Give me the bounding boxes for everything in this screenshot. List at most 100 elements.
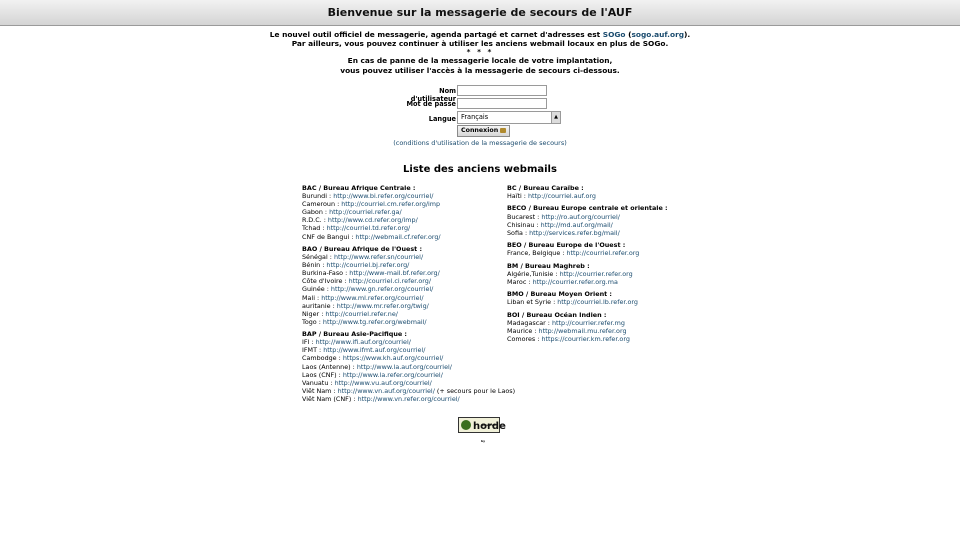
webmail-list-item: R.D.C. : http://www.cd.refer.org/imp/: [302, 216, 515, 224]
webmail-site-name: Mali :: [302, 293, 322, 302]
language-select[interactable]: Français ▲: [457, 111, 561, 125]
webmail-link[interactable]: http://www.la.auf.org/courriel/: [357, 363, 452, 371]
webmail-group: BAC / Bureau Afrique Centrale : Burundi :…: [302, 184, 515, 241]
webmail-site-name: Bénin :: [302, 261, 327, 270]
webmail-link[interactable]: http://webmail.mu.refer.org: [539, 327, 627, 335]
webmail-link[interactable]: http://www.la.refer.org/courriel/: [343, 371, 443, 379]
webmail-site-name: Guinée :: [302, 285, 331, 294]
webmail-site-name: Haïti :: [507, 192, 528, 201]
webmail-link[interactable]: http://www.vu.auf.org/courriel/: [335, 379, 432, 387]
webmail-link[interactable]: http://ro.auf.org/courriel/: [541, 213, 620, 221]
webmail-list-item: auritanie : http://www.mr.refer.org/twig…: [302, 302, 515, 310]
webmail-site-name: Chisinau :: [507, 220, 541, 229]
webmail-site-name: Cameroun :: [302, 200, 342, 209]
webmail-list-item: Burkina-Faso : http://www-mail.bf.refer.…: [302, 269, 515, 277]
webmail-list-item: Algérie,Tunisie : http://courrier.refer.…: [507, 270, 668, 278]
webmail-site-name: IFI :: [302, 338, 316, 347]
webmail-list-item: Cameroun : http://courriel.cm.refer.org/…: [302, 200, 515, 208]
webmail-link[interactable]: http://courriel.bj.refer.org/: [326, 261, 409, 269]
intro-text: Le nouvel outil officiel de messagerie, …: [269, 30, 691, 49]
webmail-list-item: CNF de Bangui : http://webmail.cf.refer.…: [302, 233, 515, 241]
right-column: BC / Bureau Caraïbe : Haïti : http://cour…: [507, 184, 668, 347]
sogo-url-link[interactable]: sogo.auf.org: [631, 30, 684, 39]
username-input[interactable]: [457, 85, 547, 96]
webmail-link[interactable]: http://www.tg.refer.org/webmail/: [323, 318, 427, 326]
webmail-list-item: Vanuatu : http://www.vu.auf.org/courriel…: [302, 379, 515, 387]
password-input[interactable]: [457, 97, 547, 109]
webmail-link[interactable]: http://courriel.auf.org: [528, 192, 596, 200]
webmail-list-item: Burundi : http://www.bi.refer.org/courri…: [302, 192, 515, 200]
webmail-link[interactable]: http://webmail.cf.refer.org/: [355, 233, 440, 241]
webmail-list-item: Bénin : http://courriel.bj.refer.org/: [302, 261, 515, 269]
webmail-link[interactable]: http://md.auf.org/mail/: [541, 221, 613, 229]
webmail-link[interactable]: https://courrier.km.refer.org: [541, 335, 629, 343]
webmail-list-item: Laos (Antenne) : http://www.la.auf.org/c…: [302, 363, 515, 371]
webmail-group-heading: BAC / Bureau Afrique Centrale :: [302, 184, 416, 192]
webmail-link[interactable]: http://courriel.lb.refer.org: [557, 298, 638, 306]
webmail-link[interactable]: http://courriel.refer.ga/: [329, 208, 402, 216]
webmail-site-name: Maurice :: [507, 326, 539, 335]
webmail-link[interactable]: http://courriel.cm.refer.org/imp: [341, 200, 440, 208]
webmail-list-item: Gabon : http://courriel.refer.ga/: [302, 208, 515, 216]
webmail-link[interactable]: http://www.bi.refer.org/courriel/: [333, 192, 433, 200]
webmail-link[interactable]: http://www.refer.sn/courriel/: [334, 253, 423, 261]
webmail-site-name: Burundi :: [302, 192, 334, 201]
webmail-list-item: Laos (CNF) : http://www.la.refer.org/cou…: [302, 371, 515, 379]
webmail-link[interactable]: http://courrier.refer.org.ma: [533, 278, 618, 286]
webmail-group-heading: BAP / Bureau Asie-Pacifique :: [302, 330, 407, 339]
sogo-link[interactable]: SOGo: [603, 30, 626, 39]
webmail-link[interactable]: https://www.kh.auf.org/courriel/: [343, 354, 443, 362]
webmail-list-item: Chisinau : http://md.auf.org/mail/: [507, 221, 668, 229]
horde-gear-icon: [461, 420, 471, 430]
lock-icon: [500, 127, 507, 133]
webmail-group: BAO / Bureau Afrique de l'Ouest : Sénégal…: [302, 245, 515, 326]
webmail-site-name: Cambodge :: [302, 354, 343, 363]
webmail-link[interactable]: http://www.ifi.auf.org/courriel/: [316, 338, 411, 346]
horde-logo-text: horde: [473, 421, 506, 432]
horde-logo[interactable]: powered by horde: [458, 417, 506, 443]
intro-text-2: En cas de panne de la messagerie locale …: [0, 56, 960, 74]
webmail-site-name: France, Belgique :: [507, 249, 567, 258]
webmail-link[interactable]: http://www.ifmt.auf.org/courriel/: [323, 346, 425, 354]
webmail-list-item: France, Belgique : http://courriel.refer…: [507, 249, 668, 257]
webmail-link[interactable]: http://www.mr.refer.org/twig/: [337, 302, 429, 310]
webmail-list-item: Viêt Nam (CNF) : http://www.vn.refer.org…: [302, 395, 515, 403]
webmail-site-name: Algérie,Tunisie :: [507, 269, 560, 278]
webmail-list-item: Mali : http://www.ml.refer.org/courriel/: [302, 294, 515, 302]
left-column: BAC / Bureau Afrique Centrale : Burundi :…: [302, 184, 515, 407]
webmail-link[interactable]: http://courriel.td.refer.org/: [327, 224, 411, 232]
language-value: Français: [461, 113, 489, 122]
webmail-link[interactable]: http://courriel.refer.ne/: [325, 310, 398, 318]
webmail-group-heading: BEO / Bureau Europe de l'Ouest :: [507, 241, 626, 250]
webmail-link[interactable]: http://courrier.refer.org: [560, 270, 633, 278]
webmail-list-item: Guinée : http://www.gn.refer.org/courrie…: [302, 285, 515, 293]
webmail-list-title: Liste des anciens webmails: [403, 164, 557, 175]
webmail-link[interactable]: http://courriel.refer.org: [567, 249, 640, 257]
webmail-site-name: Maroc :: [507, 277, 533, 286]
webmail-link[interactable]: http://www.gn.refer.org/courriel/: [331, 285, 433, 293]
webmail-group-heading: BAO / Bureau Afrique de l'Ouest :: [302, 244, 423, 253]
language-label: Langue: [428, 115, 456, 124]
webmail-link[interactable]: http://www.cd.refer.org/imp/: [328, 216, 418, 224]
webmail-site-name: auritanie :: [302, 301, 337, 310]
webmail-note: (+ secours pour le Laos): [434, 386, 516, 395]
conditions-link[interactable]: (conditions d'utilisation de la messager…: [0, 139, 960, 147]
webmail-list-item: Liban et Syrie : http://courriel.lb.refe…: [507, 298, 668, 306]
webmail-site-name: Liban et Syrie :: [507, 298, 558, 307]
dropdown-arrow-icon[interactable]: ▲: [551, 112, 560, 124]
webmail-list-item: Madagascar : http://courrier.refer.mg: [507, 319, 668, 327]
webmail-link[interactable]: http://www.vn.refer.org/courriel/: [358, 395, 460, 403]
connexion-button[interactable]: Connexion: [457, 125, 511, 137]
intro-line4: vous pouvez utiliser l'accès à la messag…: [340, 65, 620, 75]
password-label: Mot de passe: [406, 99, 456, 108]
webmail-link[interactable]: http://www.vn.auf.org/courriel/: [338, 387, 435, 395]
webmail-list-item: Niger : http://courriel.refer.ne/: [302, 310, 515, 318]
webmail-link[interactable]: http://courriel.ci.refer.org/: [349, 277, 431, 285]
webmail-link[interactable]: http://services.refer.bg/mail/: [529, 229, 620, 237]
webmail-link[interactable]: http://www.ml.refer.org/courriel/: [321, 294, 423, 302]
webmail-site-name: Vanuatu :: [302, 378, 335, 387]
webmail-link[interactable]: http://courrier.refer.mg: [552, 319, 625, 327]
webmail-group-heading: BM / Bureau Maghreb :: [507, 261, 590, 270]
webmail-link[interactable]: http://www-mail.bf.refer.org/: [349, 269, 439, 277]
webmail-site-name: Laos (Antenne) :: [302, 362, 357, 371]
